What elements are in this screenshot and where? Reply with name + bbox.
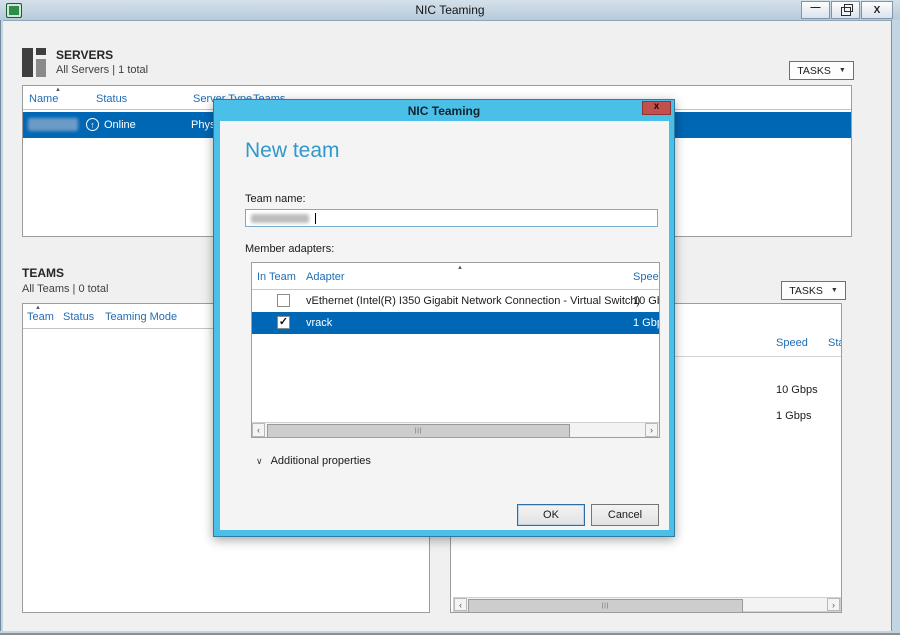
minimize-button[interactable]: — [801,1,830,19]
column-header-teaming-mode[interactable]: Teaming Mode [105,311,177,323]
sort-ascending-icon: ▲ [457,265,463,271]
adapters-tasks-label: TASKS [789,285,823,297]
scroll-right-icon: › [832,600,835,610]
redacted-team-name [251,214,309,223]
servers-tasks-label: TASKS [797,65,831,77]
adapter-row-speed: 1 Gbps [633,317,660,329]
column-header-status[interactable]: Status [96,93,127,105]
additional-properties-label: Additional properties [271,455,371,467]
text-caret [315,213,316,224]
adapter-row-speed: 10 Gbps [633,295,660,307]
servers-subtitle: All Servers | 1 total [56,64,148,76]
window-border-right [891,20,900,631]
adapters-horizontal-scrollbar[interactable]: ‹ ||| › [453,597,841,612]
restore-icon [841,7,851,16]
dialog-heading: New team [245,139,340,163]
column-header-team[interactable]: Team [27,311,54,323]
dialog-close-button[interactable]: x [642,101,671,115]
ok-button[interactable]: OK [517,504,585,526]
adapter-row-name: vEthernet (Intel(R) I350 Gigabit Network… [306,295,640,307]
dialog-close-icon: x [654,102,660,112]
adapter-speed: 10 Gbps [776,384,818,396]
window-title: NIC Teaming [0,3,900,17]
scroll-right-button[interactable]: › [645,423,658,437]
adapter-speed: 1 Gbps [776,410,811,422]
window-border-left [0,20,3,631]
dialog-title: NIC Teaming [214,104,674,118]
restore-button[interactable] [831,1,860,19]
servers-icon [22,46,49,77]
window-border-bottom [0,631,900,635]
teams-title: TEAMS [22,266,64,280]
window-controls: — X [800,1,893,19]
team-name-label: Team name: [245,193,306,205]
grip-icon: ||| [415,428,423,434]
member-adapters-header: ▲ In Team Adapter Speed [252,263,659,290]
scroll-left-button[interactable]: ‹ [252,423,265,437]
member-adapters-horizontal-scrollbar[interactable]: ‹ ||| › [252,422,659,437]
column-header-state[interactable]: State [828,337,842,349]
servers-tasks-button[interactable]: TASKS ▼ [789,61,854,80]
close-icon: X [874,5,881,16]
minimize-icon: — [811,2,821,13]
window-titlebar: NIC Teaming — X [0,0,900,21]
scroll-right-button[interactable]: › [827,598,840,611]
adapter-row-name: vrack [306,317,332,329]
dropdown-arrow-icon: ▼ [831,287,838,294]
dropdown-arrow-icon: ▼ [839,67,846,74]
member-adapters-list: ▲ In Team Adapter Speed vEthernet (Intel… [251,262,660,438]
server-status: Online [104,119,136,131]
cancel-label: Cancel [608,509,642,521]
adapter-row[interactable]: vEthernet (Intel(R) I350 Gigabit Network… [252,290,659,312]
adapter-row-selected[interactable]: ✓ vrack 1 Gbps [252,312,659,334]
scroll-right-icon: › [650,425,653,435]
scroll-left-icon: ‹ [459,600,462,610]
additional-properties-expander[interactable]: ∨ Additional properties [256,455,371,467]
scroll-thumb[interactable]: ||| [468,599,743,613]
in-team-checkbox-checked[interactable]: ✓ [277,316,290,329]
grip-icon: ||| [602,603,610,609]
adapters-tasks-button[interactable]: TASKS ▼ [781,281,846,300]
column-header-name[interactable]: Name [29,93,58,105]
member-adapters-label: Member adapters: [245,243,334,255]
servers-title: SERVERS [56,48,113,62]
column-header-adapter-speed[interactable]: Speed [633,271,660,283]
column-header-team-status[interactable]: Status [63,311,94,323]
dialog-body: New team Team name: Member adapters: ▲ I… [220,121,669,530]
column-header-adapter[interactable]: Adapter [306,271,345,283]
status-online-icon: ↑ [86,118,99,131]
column-header-in-team[interactable]: In Team [257,271,296,283]
redacted-server-name [28,118,78,131]
in-team-checkbox-unchecked[interactable] [277,294,290,307]
checkmark-icon: ✓ [279,317,288,328]
scroll-left-icon: ‹ [257,425,260,435]
cancel-button[interactable]: Cancel [591,504,659,526]
column-header-speed[interactable]: Speed [776,337,808,349]
chevron-down-icon: ∨ [256,456,263,467]
scroll-thumb[interactable]: ||| [267,424,570,438]
scroll-left-button[interactable]: ‹ [454,598,467,611]
close-button[interactable]: X [861,1,893,19]
ok-label: OK [543,509,559,521]
teams-subtitle: All Teams | 0 total [22,283,108,295]
new-team-dialog: NIC Teaming x New team Team name: Member… [213,99,675,537]
team-name-input[interactable] [245,209,658,227]
